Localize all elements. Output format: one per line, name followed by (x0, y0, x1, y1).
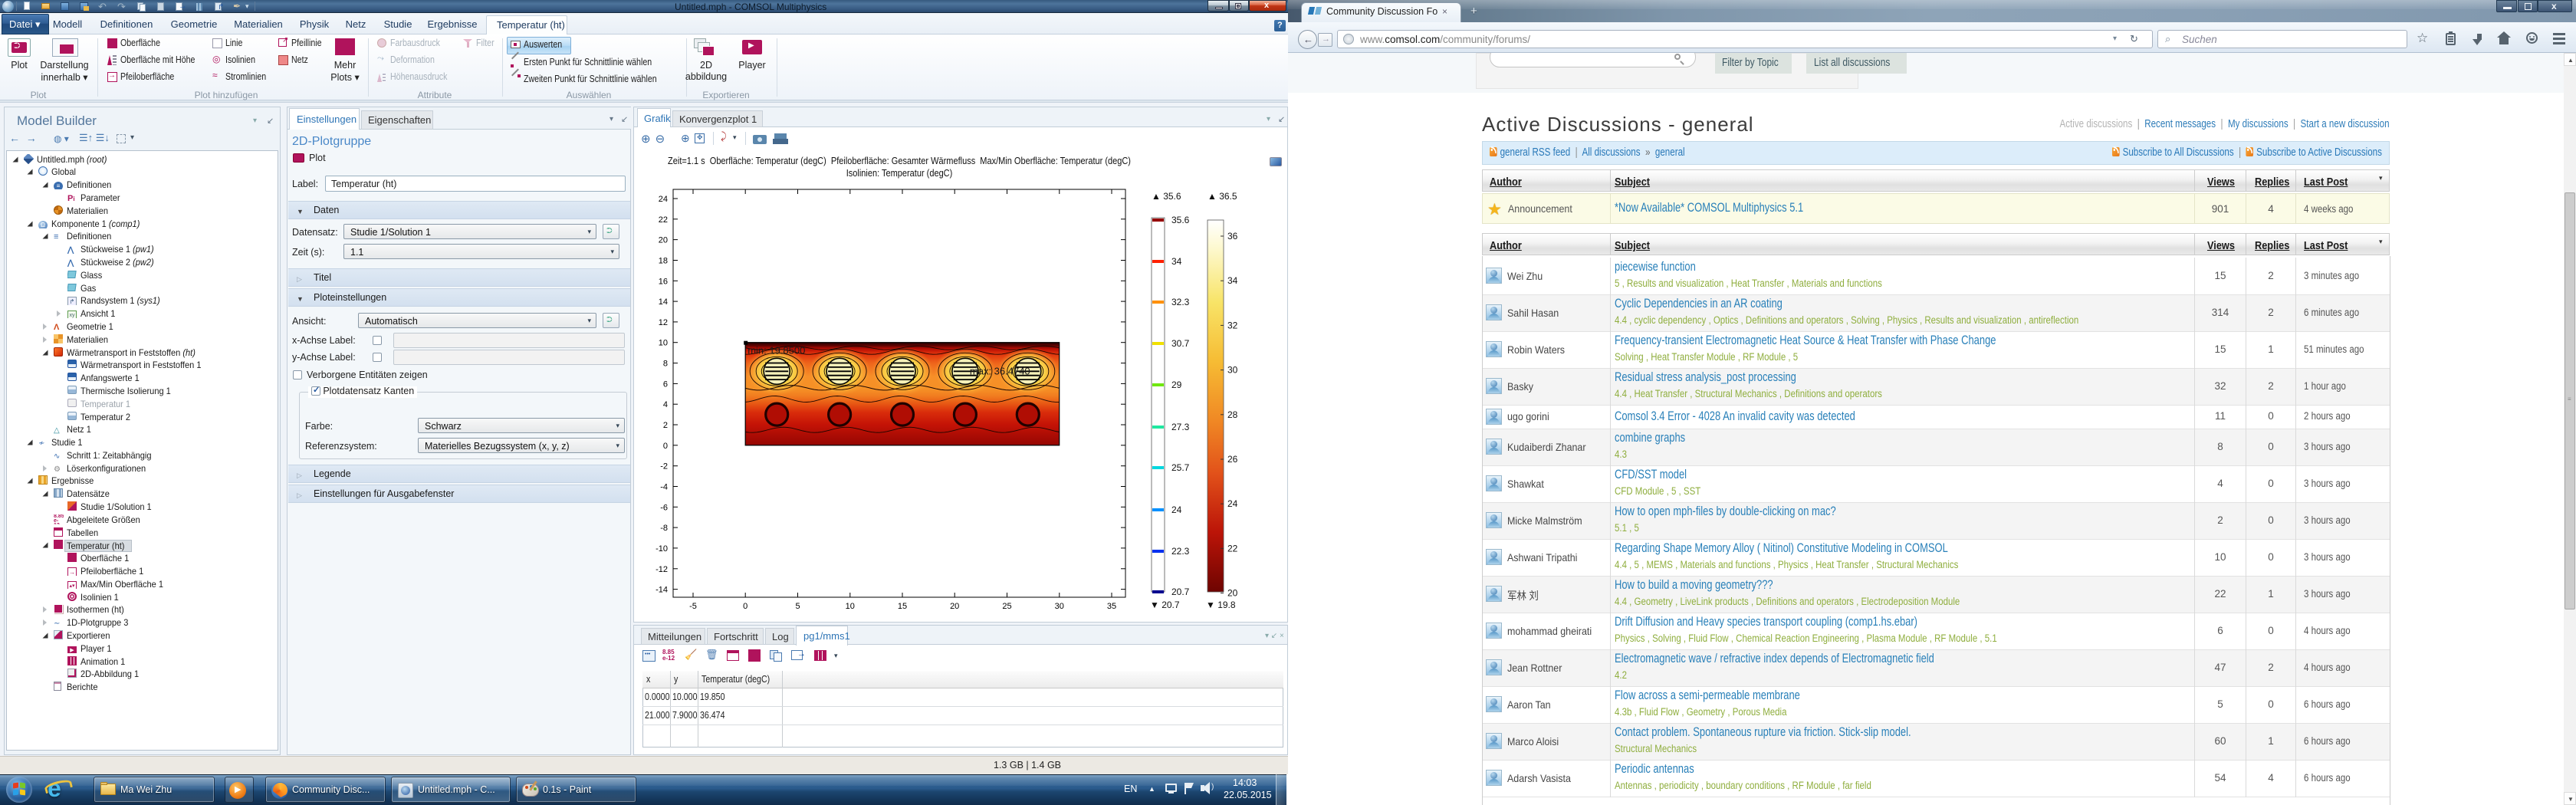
svg-text:30: 30 (1055, 602, 1064, 611)
svg-text:30.7: 30.7 (1171, 338, 1190, 349)
svg-text:35: 35 (1107, 602, 1116, 611)
svg-text:4: 4 (663, 400, 668, 409)
svg-text:15: 15 (898, 602, 907, 611)
svg-text:30: 30 (1227, 365, 1238, 376)
svg-text:27.3: 27.3 (1171, 422, 1190, 432)
svg-text:18: 18 (659, 257, 668, 266)
svg-text:2: 2 (663, 421, 668, 430)
svg-text:36: 36 (1227, 231, 1238, 242)
svg-text:14: 14 (659, 297, 668, 307)
svg-text:10: 10 (846, 602, 855, 611)
svg-text:25: 25 (1002, 602, 1011, 611)
svg-text:-5: -5 (689, 602, 697, 611)
svg-text:max: 36.4740: max: 36.4740 (970, 365, 1030, 376)
svg-text:0: 0 (743, 602, 748, 611)
svg-text:25.7: 25.7 (1171, 462, 1190, 473)
svg-text:29: 29 (1171, 380, 1182, 390)
svg-text:20: 20 (950, 602, 959, 611)
svg-text:-8: -8 (660, 524, 668, 533)
svg-text:-4: -4 (660, 483, 668, 492)
svg-text:5: 5 (795, 602, 800, 611)
svg-text:34: 34 (1227, 275, 1238, 286)
svg-text:26: 26 (1227, 454, 1238, 465)
svg-text:34: 34 (1171, 256, 1182, 267)
svg-text:12: 12 (659, 318, 668, 327)
svg-text:20: 20 (1227, 588, 1238, 599)
svg-text:20: 20 (659, 236, 668, 245)
svg-text:16: 16 (659, 277, 668, 286)
svg-text:-6: -6 (660, 503, 668, 512)
svg-text:22: 22 (1227, 543, 1238, 554)
svg-text:-10: -10 (656, 544, 668, 554)
svg-text:-12: -12 (656, 565, 668, 574)
svg-text:35.6: 35.6 (1171, 215, 1190, 225)
svg-text:min: 19.8500: min: 19.8500 (748, 345, 805, 356)
svg-text:0: 0 (663, 442, 668, 451)
svg-text:8: 8 (663, 360, 668, 369)
svg-text:28: 28 (1227, 409, 1238, 420)
svg-text:22: 22 (659, 215, 668, 225)
svg-text:▼ 20.7: ▼ 20.7 (1150, 600, 1180, 610)
svg-text:-2: -2 (660, 462, 668, 472)
svg-text:32.3: 32.3 (1171, 297, 1190, 307)
svg-text:6: 6 (663, 380, 668, 389)
svg-text:10: 10 (659, 339, 668, 348)
svg-text:22.3: 22.3 (1171, 546, 1190, 557)
svg-text:▲ 35.6: ▲ 35.6 (1152, 191, 1181, 202)
svg-text:32: 32 (1227, 320, 1238, 330)
svg-text:▼ 19.8: ▼ 19.8 (1206, 600, 1236, 610)
svg-text:24: 24 (1171, 504, 1182, 515)
svg-text:24: 24 (1227, 498, 1238, 509)
svg-text:24: 24 (659, 195, 668, 204)
svg-text:▲ 36.5: ▲ 36.5 (1208, 191, 1237, 202)
svg-text:20.7: 20.7 (1171, 586, 1190, 597)
svg-text:-14: -14 (656, 586, 668, 595)
